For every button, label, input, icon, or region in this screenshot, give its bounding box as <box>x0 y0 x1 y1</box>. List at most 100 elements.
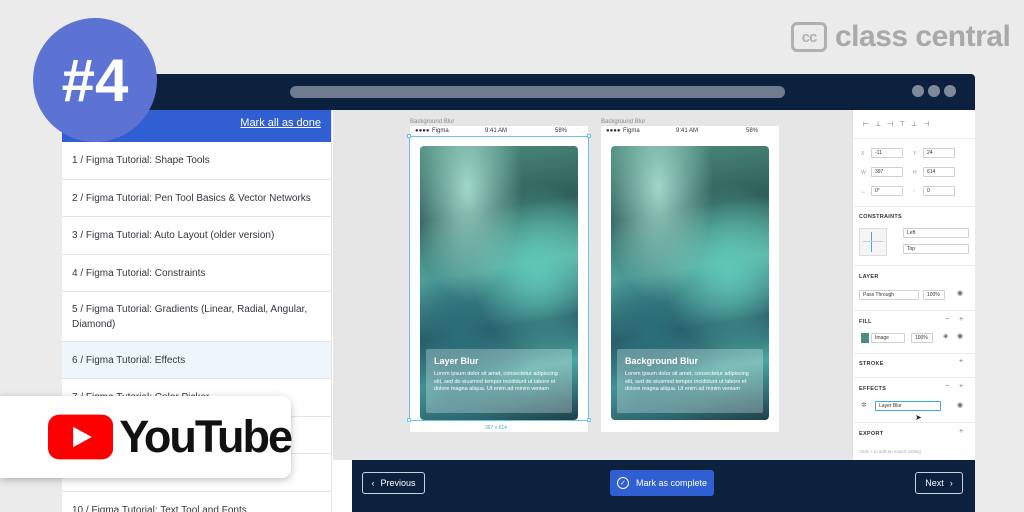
divider <box>853 310 975 311</box>
lesson-item[interactable]: 5 / Figma Tutorial: Gradients (Linear, R… <box>62 292 331 342</box>
corner-radius-icon: ◜ <box>913 189 915 195</box>
constraints-title: CONSTRAINTS <box>859 214 903 220</box>
minus-icon[interactable]: − <box>945 383 949 390</box>
status-time: 9:41 AM <box>485 128 508 134</box>
mark-complete-label: Mark as complete <box>635 478 708 488</box>
properties-panel: ⊢ ⊥ ⊣ ⊤ ⊥ ⊣ X -11 Y 24 W 397 H 614 ∟ 0° … <box>852 110 975 460</box>
title-bar <box>62 74 975 110</box>
lesson-item[interactable]: 3 / Figma Tutorial: Auto Layout (older v… <box>62 217 331 255</box>
episode-badge: #4 <box>33 18 157 142</box>
divider <box>853 353 975 354</box>
x-input[interactable]: -11 <box>871 148 903 158</box>
y-input[interactable]: 24 <box>923 148 955 158</box>
resize-handle[interactable] <box>587 134 591 138</box>
window-dot-1[interactable] <box>912 85 924 97</box>
signal-icon: ●●●● <box>415 128 430 134</box>
style-icon[interactable]: ◈ <box>943 332 948 340</box>
previous-label: Previous <box>380 478 416 488</box>
minus-icon[interactable]: − <box>945 316 949 323</box>
lesson-item[interactable]: 1 / Figma Tutorial: Shape Tools <box>62 142 331 180</box>
lesson-item-active[interactable]: 6 / Figma Tutorial: Effects <box>62 342 331 379</box>
blur-card[interactable]: Background Blur Lorem ipsum dolor sit am… <box>617 349 763 413</box>
height-input[interactable]: 614 <box>923 167 955 177</box>
stroke-title: STROKE <box>859 361 884 367</box>
window-dot-2[interactable] <box>928 85 940 97</box>
class-central-logo: cc class central <box>791 20 1011 54</box>
width-input[interactable]: 397 <box>871 167 903 177</box>
layer-opacity-input[interactable]: 100% <box>923 290 945 300</box>
selection-dimensions: 397 x 614 <box>485 425 507 431</box>
rotation-icon: ∟ <box>861 189 866 195</box>
fill-opacity-input[interactable]: 100% <box>911 333 933 343</box>
figma-canvas[interactable]: Background Blur ●●●● Figma 9:41 AM 58% L… <box>333 110 852 460</box>
resize-handle[interactable] <box>407 418 411 422</box>
next-button[interactable]: Next › <box>915 472 963 494</box>
fill-title: FILL <box>859 319 872 325</box>
image-thumbnail[interactable] <box>861 333 869 343</box>
class-central-wordmark: class central <box>835 20 1011 53</box>
lesson-item[interactable]: 4 / Figma Tutorial: Constraints <box>62 255 331 292</box>
status-bar: ●●●● Figma 9:41 AM 58% <box>410 128 588 136</box>
resize-handle[interactable] <box>587 418 591 422</box>
chevron-right-icon: › <box>949 478 953 488</box>
youtube-wordmark: YouTube <box>119 411 293 462</box>
youtube-play-icon <box>48 414 114 460</box>
plus-icon[interactable]: + <box>959 316 963 323</box>
eye-icon[interactable]: ◉ <box>957 401 963 409</box>
divider <box>853 206 975 207</box>
divider <box>853 377 975 378</box>
check-circle-icon: ✓ <box>616 477 629 489</box>
mark-complete-button[interactable]: ✓ Mark as complete <box>610 470 714 496</box>
fill-type-select[interactable]: Image <box>871 333 905 343</box>
status-time: 9:41 AM <box>676 128 699 134</box>
address-bar[interactable] <box>290 86 785 98</box>
blend-mode-select[interactable]: Pass Through <box>859 290 919 300</box>
rotation-input[interactable]: 0° <box>871 186 903 196</box>
mouse-cursor-icon: ➤ <box>915 413 922 422</box>
align-tools-icon[interactable]: ⊢ ⊥ ⊣ ⊤ ⊥ ⊣ <box>863 120 931 128</box>
frame-label: Background Blur <box>410 119 455 125</box>
window-dot-3[interactable] <box>944 85 956 97</box>
resize-handle[interactable] <box>407 134 411 138</box>
export-hint: Click + to add an export setting <box>859 449 921 454</box>
y-label: Y <box>913 151 917 157</box>
eye-icon[interactable]: ◉ <box>957 332 963 340</box>
constraint-vertical-select[interactable]: Top <box>903 244 969 254</box>
card-title: Background Blur <box>625 356 699 366</box>
eye-icon[interactable]: ◉ <box>957 289 963 297</box>
previous-button[interactable]: ‹ Previous <box>362 472 425 494</box>
export-title: EXPORT <box>859 431 884 437</box>
carrier-name: Figma <box>623 128 640 134</box>
constraint-horizontal-select[interactable]: Left <box>903 228 969 238</box>
effect-type-select[interactable]: Layer Blur <box>875 401 941 411</box>
x-label: X <box>861 151 865 157</box>
effect-settings-icon[interactable]: ✲ <box>861 401 867 409</box>
carrier-name: Figma <box>432 128 449 134</box>
divider <box>853 265 975 266</box>
w-label: W <box>861 170 866 176</box>
effects-title: EFFECTS <box>859 386 887 392</box>
plus-icon[interactable]: + <box>959 383 963 390</box>
phone-frame-background-blur[interactable]: ●●●● Figma 9:41 AM 58% Background Blur L… <box>601 126 779 432</box>
plus-icon[interactable]: + <box>959 428 963 435</box>
corner-radius-input[interactable]: 0 <box>923 186 955 196</box>
youtube-logo-card: YouTube <box>0 396 293 478</box>
card-body: Lorem ipsum dolor sit amet, consectetur … <box>625 371 749 392</box>
layer-title: LAYER <box>859 274 879 280</box>
plus-icon[interactable]: + <box>959 358 963 365</box>
divider <box>853 138 975 139</box>
battery-level: 58% <box>746 128 759 134</box>
status-bar: ●●●● Figma 9:41 AM 58% <box>601 128 779 136</box>
background-photo: Background Blur Lorem ipsum dolor sit am… <box>611 146 769 420</box>
class-central-mark: cc <box>791 22 827 52</box>
signal-icon: ●●●● <box>606 128 621 134</box>
chevron-left-icon: ‹ <box>371 478 375 488</box>
next-label: Next <box>925 478 944 488</box>
lesson-item[interactable]: 10 / Figma Tutorial: Text Tool and Fonts <box>62 492 331 512</box>
frame-label: Background Blur <box>601 119 646 125</box>
h-label: H <box>913 170 917 176</box>
lesson-nav-bar: ‹ Previous ✓ Mark as complete Next › <box>352 460 975 512</box>
lesson-item[interactable]: 2 / Figma Tutorial: Pen Tool Basics & Ve… <box>62 180 331 217</box>
constraints-widget[interactable] <box>859 228 887 256</box>
mark-all-done-link[interactable]: Mark all as done <box>240 117 321 129</box>
